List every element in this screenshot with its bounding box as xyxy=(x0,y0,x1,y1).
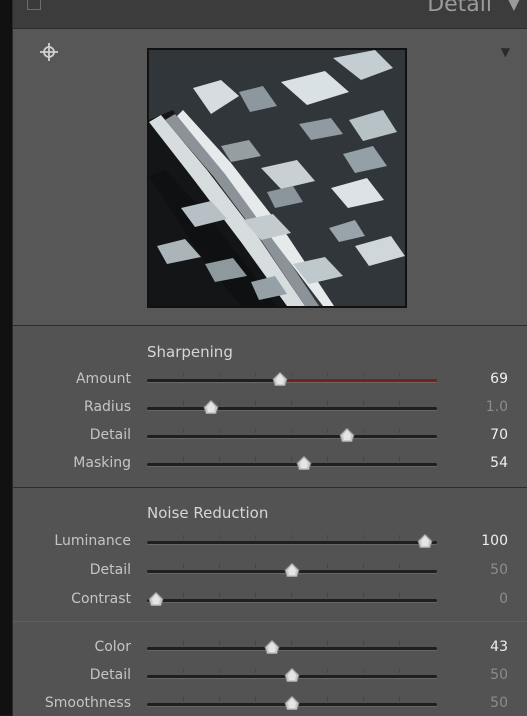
luminance-label: Luminance xyxy=(54,533,131,549)
amount-slider-fill xyxy=(280,379,437,382)
noise-detail-value[interactable]: 50 xyxy=(490,562,508,578)
color-slider[interactable] xyxy=(147,639,437,655)
contrast-slider[interactable] xyxy=(147,591,437,607)
radius-value[interactable]: 1.0 xyxy=(486,399,508,415)
left-rail xyxy=(0,0,12,715)
sharpening-row-detail: Detail 70 xyxy=(13,424,527,448)
smoothness-value[interactable]: 50 xyxy=(490,695,508,711)
panel-header[interactable]: Detail ▼ xyxy=(13,0,527,29)
radius-slider-thumb[interactable] xyxy=(203,399,219,415)
smoothness-slider-thumb[interactable] xyxy=(284,695,300,711)
contrast-label: Contrast xyxy=(71,591,131,607)
detail-preview-section: ▼ xyxy=(13,29,527,326)
noise-row-detail: Detail 50 xyxy=(13,559,527,583)
panel-title: Detail xyxy=(427,0,492,17)
target-icon[interactable] xyxy=(39,42,59,62)
color-noise-section: Color 43 Detail 50 Smoothness 50 xyxy=(13,621,527,716)
sharpening-row-amount: Amount 69 xyxy=(13,368,527,392)
sharpening-row-radius: Radius 1.0 xyxy=(13,396,527,420)
amount-slider[interactable] xyxy=(147,371,437,387)
luminance-slider-thumb[interactable] xyxy=(417,533,433,549)
color-row-smoothness: Smoothness 50 xyxy=(13,692,527,716)
radius-slider[interactable] xyxy=(147,399,437,415)
color-row-color: Color 43 xyxy=(13,636,527,660)
detail-preview-image[interactable] xyxy=(147,48,407,308)
color-row-detail: Detail 50 xyxy=(13,664,527,688)
contrast-slider-thumb[interactable] xyxy=(148,591,164,607)
detail-panel: Detail ▼ ▼ Sharpening Amount 69 Radius 1… xyxy=(12,0,527,716)
detail-label: Detail xyxy=(89,427,131,443)
noise-reduction-title: Noise Reduction xyxy=(147,504,269,522)
contrast-value[interactable]: 0 xyxy=(499,591,508,607)
preview-menu-arrow-icon[interactable]: ▼ xyxy=(501,45,510,59)
noise-detail-slider[interactable] xyxy=(147,562,437,578)
amount-value[interactable]: 69 xyxy=(490,371,508,387)
detail-value[interactable]: 70 xyxy=(490,427,508,443)
amount-slider-thumb[interactable] xyxy=(272,371,288,387)
noise-reduction-section: Noise Reduction Luminance 100 Detail 50 … xyxy=(13,489,527,621)
detail-slider[interactable] xyxy=(147,427,437,443)
radius-label: Radius xyxy=(84,399,131,415)
sharpening-title: Sharpening xyxy=(147,343,233,361)
smoothness-slider[interactable] xyxy=(147,695,437,711)
luminance-value[interactable]: 100 xyxy=(481,533,508,549)
sharpening-section: Sharpening Amount 69 Radius 1.0 Detail 7… xyxy=(13,327,527,488)
noise-detail-label: Detail xyxy=(89,562,131,578)
color-value[interactable]: 43 xyxy=(490,639,508,655)
masking-label: Masking xyxy=(73,455,131,471)
sharpening-row-masking: Masking 54 xyxy=(13,452,527,476)
collapse-arrow-icon[interactable]: ▼ xyxy=(508,0,520,13)
color-slider-thumb[interactable] xyxy=(264,639,280,655)
color-label: Color xyxy=(94,639,131,655)
noise-detail-slider-thumb[interactable] xyxy=(284,562,300,578)
masking-slider[interactable] xyxy=(147,455,437,471)
color-detail-value[interactable]: 50 xyxy=(490,667,508,683)
noise-row-contrast: Contrast 0 xyxy=(13,588,527,612)
amount-label: Amount xyxy=(75,371,131,387)
detail-slider-thumb[interactable] xyxy=(339,427,355,443)
color-detail-slider-thumb[interactable] xyxy=(284,667,300,683)
masking-value[interactable]: 54 xyxy=(490,455,508,471)
smoothness-label: Smoothness xyxy=(44,695,131,711)
noise-row-luminance: Luminance 100 xyxy=(13,530,527,554)
panel-toggle-checkbox[interactable] xyxy=(27,0,41,10)
luminance-slider[interactable] xyxy=(147,533,437,549)
color-detail-label: Detail xyxy=(89,667,131,683)
masking-slider-thumb[interactable] xyxy=(296,455,312,471)
color-detail-slider[interactable] xyxy=(147,667,437,683)
